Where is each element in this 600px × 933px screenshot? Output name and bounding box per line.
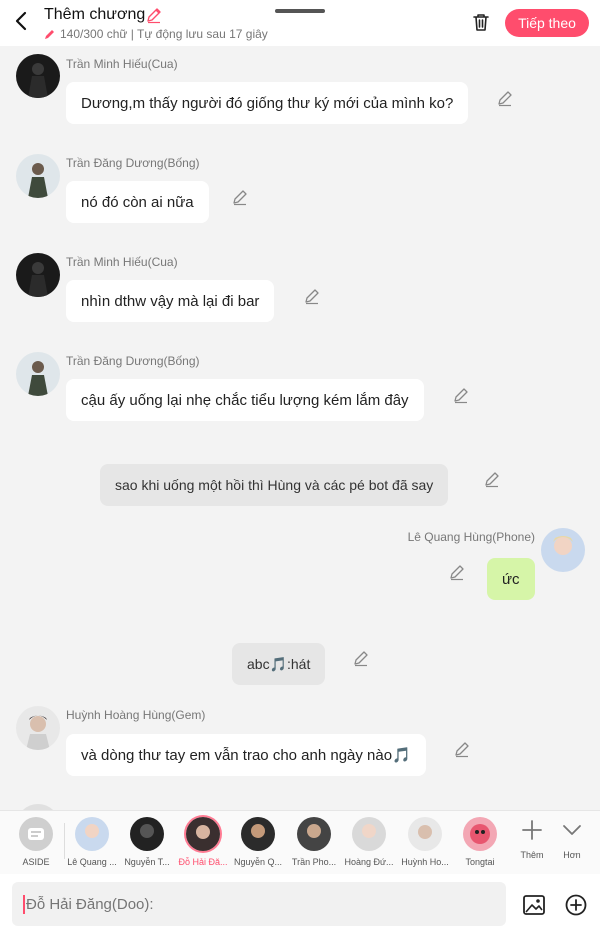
character-label: Nguyễn Q... — [233, 857, 283, 867]
message-bubble[interactable]: ức — [487, 558, 535, 600]
character-label: Nguyễn T... — [124, 857, 170, 867]
plus-icon — [522, 820, 542, 840]
edit-icon[interactable] — [303, 287, 321, 305]
character-item[interactable]: Trần Pho... — [286, 817, 342, 867]
input-bar — [0, 874, 600, 933]
character-label: Trần Pho... — [291, 857, 337, 867]
character-item[interactable]: Huỳnh Ho... — [397, 817, 453, 867]
page-title: Thêm chương — [44, 6, 146, 23]
character-label: ASIDE — [22, 857, 50, 867]
character-selector: ASIDE Lê Quang ... Nguyễn T... Đỗ Hải Đă… — [0, 810, 600, 874]
character-item[interactable]: Tongtai — [452, 817, 508, 867]
edit-icon[interactable] — [448, 563, 466, 581]
avatar[interactable] — [541, 528, 585, 572]
avatar — [75, 817, 109, 851]
edit-icon[interactable] — [453, 740, 471, 758]
chat-messages[interactable]: Trần Minh Hiếu(Cua) Dương,m thấy người đ… — [0, 46, 600, 810]
autosave-text: 140/300 chữ | Tự động lưu sau 17 giây — [60, 27, 268, 41]
edit-icon[interactable] — [483, 470, 501, 488]
speaker-name: Trần Minh Hiếu(Cua) — [66, 255, 178, 269]
edit-icon[interactable] — [496, 89, 514, 107]
character-label: Tongtai — [465, 857, 495, 867]
speaker-name: Trần Đăng Dương(Bống) — [66, 156, 200, 170]
speaker-name: Trần Đăng Dương(Bống) — [66, 354, 200, 368]
character-item-selected[interactable]: Đỗ Hải Đă... — [175, 817, 231, 867]
trash-icon[interactable] — [470, 11, 492, 33]
avatar — [130, 817, 164, 851]
avatar — [408, 817, 442, 851]
avatar[interactable] — [16, 352, 60, 396]
speaker-name: Lê Quang Hùng(Phone) — [407, 530, 535, 544]
edit-icon[interactable] — [231, 188, 249, 206]
avatar — [241, 817, 275, 851]
add-label: Thêm — [520, 850, 544, 860]
character-item[interactable]: Lê Quang ... — [64, 817, 120, 867]
avatar[interactable] — [16, 54, 60, 98]
character-item[interactable]: Nguyễn T... — [119, 817, 175, 867]
chevron-down-icon — [563, 825, 581, 835]
avatar — [463, 817, 497, 851]
speaker-name: Trần Minh Hiếu(Cua) — [66, 57, 178, 71]
drag-handle[interactable] — [275, 9, 325, 13]
character-label: Lê Quang ... — [67, 857, 117, 867]
word-count-status: 140/300 chữ | Tự động lưu sau 17 giây — [44, 27, 268, 41]
character-item[interactable]: Nguyễn Q... — [230, 817, 286, 867]
add-character-button[interactable]: Thêm — [512, 819, 552, 860]
character-item[interactable]: Hoàng Đứ... — [341, 817, 397, 867]
edit-icon[interactable] — [452, 386, 470, 404]
avatar[interactable] — [16, 253, 60, 297]
expand-label: Hơn — [563, 850, 581, 860]
avatar[interactable] — [16, 154, 60, 198]
message-bubble[interactable]: và dòng thư tay em vẫn trao cho anh ngày… — [66, 734, 426, 776]
message-input[interactable] — [12, 882, 506, 926]
aside-icon — [19, 817, 53, 851]
character-aside[interactable]: ASIDE — [8, 817, 64, 867]
avatar — [297, 817, 331, 851]
message-bubble[interactable]: Dương,m thấy người đó giống thư ký mới c… — [66, 82, 469, 124]
image-icon[interactable] — [522, 893, 546, 917]
add-circle-icon[interactable] — [564, 893, 588, 917]
edit-icon[interactable] — [352, 649, 370, 667]
character-label: Đỗ Hải Đă... — [178, 857, 228, 867]
message-bubble[interactable]: nhìn dthw vậy mà lại đi bar — [66, 280, 275, 322]
character-label: Hoàng Đứ... — [344, 857, 394, 867]
pen-icon — [45, 30, 54, 39]
edit-title-icon[interactable] — [145, 6, 163, 24]
avatar — [186, 817, 220, 851]
speaker-name: Huỳnh Hoàng Hùng(Gem) — [66, 708, 206, 722]
aside-bubble[interactable]: abc🎵:hát — [232, 643, 326, 685]
text-caret — [23, 895, 25, 914]
message-bubble[interactable]: nó đó còn ai nữa — [66, 181, 209, 223]
character-label: Huỳnh Ho... — [401, 857, 449, 867]
header: Thêm chương 140/300 chữ | Tự động lưu sa… — [0, 0, 600, 46]
next-button[interactable]: Tiếp theo — [505, 9, 589, 37]
back-arrow-icon[interactable] — [10, 9, 34, 33]
message-bubble[interactable]: cậu ấy uống lại nhẹ chắc tiểu lượng kém … — [66, 379, 424, 421]
avatar[interactable] — [16, 706, 60, 750]
aside-bubble[interactable]: sao khi uống một hồi thì Hùng và các pé … — [100, 464, 449, 506]
avatar — [352, 817, 386, 851]
expand-button[interactable]: Hơn — [552, 819, 592, 860]
